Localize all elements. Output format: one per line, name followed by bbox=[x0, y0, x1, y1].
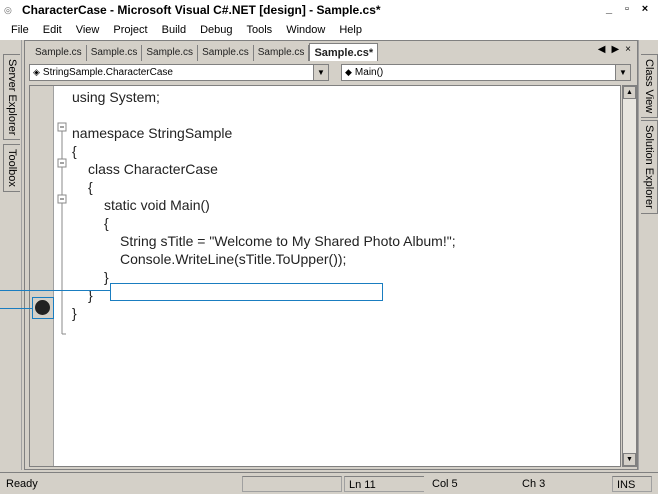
chevron-down-icon[interactable]: ▼ bbox=[615, 64, 630, 80]
scroll-down-icon[interactable]: ▼ bbox=[623, 453, 636, 466]
tab-prev-icon[interactable]: ◀ bbox=[598, 44, 606, 55]
doc-tab[interactable]: Sample.cs bbox=[198, 45, 254, 61]
title-bar: ◎ CharacterCase - Microsoft Visual C#.NE… bbox=[0, 0, 658, 20]
window-title: CharacterCase - Microsoft Visual C#.NET … bbox=[22, 3, 381, 17]
code-line: { bbox=[88, 179, 93, 195]
doc-tab[interactable]: Sample.cs bbox=[87, 45, 143, 61]
code-area[interactable]: using System; namespace StringSample { c… bbox=[29, 85, 621, 467]
code-line-breakpoint: } bbox=[104, 269, 109, 285]
code-line: { bbox=[104, 215, 109, 231]
code-line: } bbox=[88, 287, 93, 303]
member-dropdown[interactable]: ◆ Main() ▼ bbox=[341, 63, 631, 81]
callout-line bbox=[0, 290, 110, 291]
highlight-box bbox=[110, 283, 383, 301]
status-bar: Ready Ln 11 Col 5 Ch 3 INS bbox=[0, 472, 658, 494]
menu-edit[interactable]: Edit bbox=[36, 24, 69, 36]
indicator-margin[interactable] bbox=[30, 86, 54, 466]
doc-tab[interactable]: Sample.cs bbox=[142, 45, 199, 61]
menu-window[interactable]: Window bbox=[279, 24, 332, 36]
document-tabs: Sample.cs Sample.cs Sample.cs Sample.cs … bbox=[25, 41, 637, 61]
member-dropdown-value: Main() bbox=[354, 66, 384, 78]
menu-build[interactable]: Build bbox=[155, 24, 193, 36]
menu-view[interactable]: View bbox=[69, 24, 107, 36]
navigation-bar: ◈ StringSample.CharacterCase ▼ ◆ Main() … bbox=[29, 62, 635, 82]
status-char: Ch 3 bbox=[522, 478, 546, 490]
status-ins: INS bbox=[612, 476, 652, 492]
doc-tab[interactable]: Sample.cs bbox=[31, 45, 87, 61]
right-toolbar: Class View Solution Explorer bbox=[638, 40, 658, 470]
solution-explorer-tab[interactable]: Solution Explorer bbox=[641, 120, 658, 214]
type-dropdown-value: StringSample.CharacterCase bbox=[42, 66, 173, 78]
code-line: static void Main() bbox=[104, 197, 210, 213]
close-button[interactable]: × bbox=[638, 3, 652, 16]
class-view-tab[interactable]: Class View bbox=[641, 54, 658, 119]
scroll-up-icon[interactable]: ▲ bbox=[623, 86, 636, 99]
code-line: } bbox=[72, 305, 77, 321]
server-explorer-tab[interactable]: Server Explorer bbox=[3, 54, 20, 141]
class-icon: ◈ bbox=[33, 66, 40, 77]
code-line: namespace StringSample bbox=[72, 125, 233, 141]
callout-line bbox=[0, 308, 32, 309]
type-dropdown[interactable]: ◈ StringSample.CharacterCase ▼ bbox=[29, 63, 329, 81]
app-icon: ◎ bbox=[4, 5, 12, 15]
doc-tab[interactable]: Sample.cs bbox=[254, 45, 310, 61]
code-line: class CharacterCase bbox=[88, 161, 218, 177]
menu-help[interactable]: Help bbox=[332, 24, 369, 36]
code-line: String sTitle = "Welcome to My Shared Ph… bbox=[120, 233, 456, 249]
code-line-highlighted: Console.WriteLine(sTitle.ToUpper()); bbox=[120, 251, 347, 267]
method-icon: ◆ bbox=[345, 66, 352, 77]
vertical-scrollbar[interactable]: ▲ ▼ bbox=[622, 85, 637, 467]
menu-file[interactable]: File bbox=[4, 24, 36, 36]
menu-bar: File Edit View Project Build Debug Tools… bbox=[0, 20, 658, 40]
code-line: { bbox=[72, 143, 77, 159]
toolbox-tab[interactable]: Toolbox bbox=[3, 144, 20, 192]
menu-tools[interactable]: Tools bbox=[240, 24, 280, 36]
doc-tab-active[interactable]: Sample.cs* bbox=[309, 43, 379, 61]
status-panel bbox=[242, 476, 342, 492]
code-editor: Sample.cs Sample.cs Sample.cs Sample.cs … bbox=[24, 40, 638, 470]
breakpoint-icon[interactable] bbox=[35, 300, 50, 315]
outlining-margin bbox=[57, 122, 67, 335]
status-line: Ln 11 bbox=[344, 476, 424, 492]
ide-window: ◎ CharacterCase - Microsoft Visual C#.NE… bbox=[0, 0, 658, 494]
menu-debug[interactable]: Debug bbox=[193, 24, 239, 36]
minimize-button[interactable]: _ bbox=[602, 3, 616, 16]
left-toolbar: Server Explorer Toolbox bbox=[0, 40, 22, 470]
tab-close-icon[interactable]: × bbox=[625, 44, 631, 55]
menu-project[interactable]: Project bbox=[106, 24, 154, 36]
code-line: using System; bbox=[72, 89, 160, 105]
maximize-button[interactable]: ▫ bbox=[620, 3, 634, 16]
status-column: Col 5 bbox=[432, 478, 458, 490]
tab-next-icon[interactable]: ▶ bbox=[611, 44, 619, 55]
chevron-down-icon[interactable]: ▼ bbox=[313, 64, 328, 80]
status-text: Ready bbox=[6, 478, 38, 490]
